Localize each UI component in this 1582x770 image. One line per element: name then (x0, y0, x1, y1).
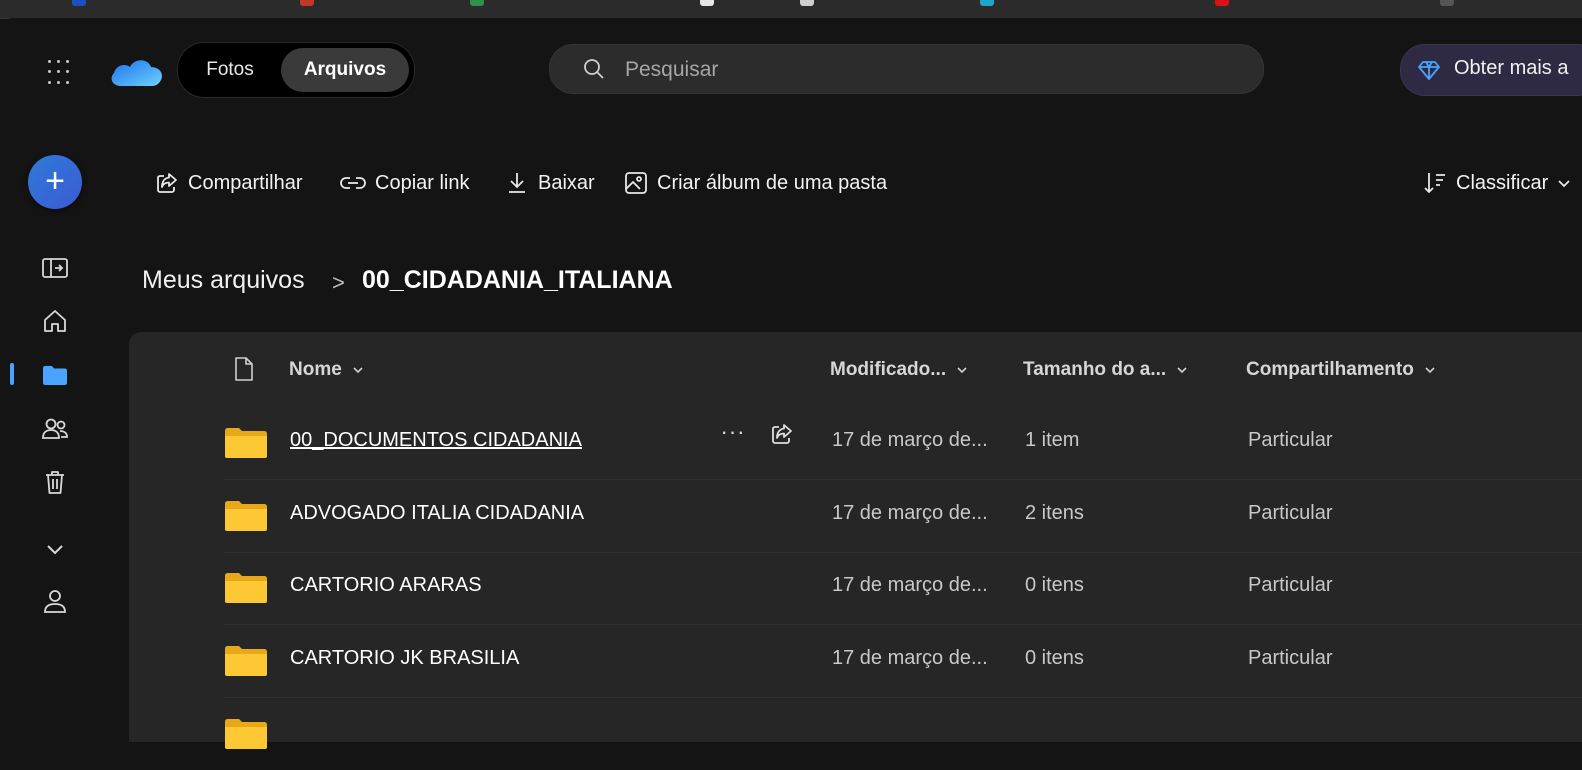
copy-link-button[interactable]: Copiar link (339, 168, 469, 198)
file-modified: 17 de março de... (832, 429, 988, 451)
column-modified-label: Modificado... (830, 359, 947, 380)
file-sharing: Particular (1248, 429, 1333, 451)
chevron-down-icon[interactable] (40, 534, 70, 564)
column-sharing[interactable]: Compartilhamento (1246, 359, 1436, 381)
file-modified: 17 de março de... (832, 574, 988, 596)
folder-icon[interactable] (40, 360, 70, 390)
folder-icon (225, 428, 267, 458)
table-row[interactable]: ADVOGADO ITALIA CIDADANIA 17 de março de… (224, 480, 1582, 553)
folder-icon (225, 646, 267, 676)
file-type-icon[interactable] (233, 356, 255, 382)
chevron-down-icon (1558, 180, 1570, 188)
active-nav-indicator (10, 363, 14, 385)
sort-icon (1424, 173, 1445, 194)
share-icon (157, 173, 177, 193)
sort-label: Classificar (1456, 171, 1549, 194)
file-size: 0 itens (1025, 647, 1084, 669)
search-icon (584, 59, 604, 79)
table-row[interactable]: CARTORIO ARARAS 17 de março de... 0 iten… (224, 552, 1582, 625)
get-more-storage-button[interactable]: Obter mais a (1400, 44, 1582, 96)
table-row[interactable] (224, 698, 1582, 770)
link-icon (340, 177, 366, 189)
chevron-down-icon (353, 367, 363, 374)
download-button[interactable]: Baixar (504, 168, 595, 198)
file-name[interactable]: 00_DOCUMENTOS CIDADANIA (290, 429, 582, 452)
download-label: Baixar (538, 171, 595, 194)
recycle-bin-icon[interactable] (40, 467, 70, 497)
column-name-label: Nome (289, 359, 342, 380)
sort-button[interactable]: Classificar (1422, 168, 1572, 198)
file-list: Nome Modificado... Tamanho do a... Compa… (129, 332, 1582, 749)
add-new-button[interactable]: + (28, 155, 82, 209)
view-switcher: Fotos Arquivos (177, 42, 415, 98)
breadcrumb-current: 00_CIDADANIA_ITALIANA (362, 266, 673, 294)
tab-photos[interactable]: Fotos (188, 48, 272, 92)
diamond-icon (1418, 61, 1440, 80)
get-more-storage-label: Obter mais a (1454, 57, 1569, 79)
onedrive-logo-icon[interactable] (107, 52, 167, 92)
breadcrumb-separator: > (332, 270, 345, 295)
chevron-down-icon (957, 367, 967, 374)
chevron-down-icon (1177, 367, 1187, 374)
share-icon[interactable] (769, 421, 795, 447)
onedrive-window: Fotos Arquivos Obter mais a + (4, 18, 1582, 749)
file-size: 0 itens (1025, 574, 1084, 596)
file-size: 1 item (1025, 429, 1080, 451)
plus-icon: + (45, 162, 65, 200)
file-size: 2 itens (1025, 502, 1084, 524)
file-sharing: Particular (1248, 574, 1333, 596)
file-name[interactable]: ADVOGADO ITALIA CIDADANIA (290, 502, 584, 525)
file-modified: 17 de março de... (832, 502, 988, 524)
column-size-label: Tamanho do a... (1023, 359, 1167, 380)
breadcrumb-root[interactable]: Meus arquivos (142, 266, 305, 295)
copy-link-label: Copiar link (375, 171, 470, 194)
app-launcher-icon[interactable] (44, 56, 74, 86)
image-icon (625, 172, 647, 194)
home-icon[interactable] (40, 306, 70, 336)
account-icon[interactable] (40, 586, 70, 616)
file-name[interactable]: CARTORIO ARARAS (290, 574, 482, 597)
file-name[interactable]: CARTORIO JK BRASILIA (290, 647, 519, 670)
file-sharing: Particular (1248, 502, 1333, 524)
collapse-pane-icon[interactable] (40, 253, 70, 283)
browser-tab-strip (0, 0, 1582, 19)
column-size[interactable]: Tamanho do a... (1023, 359, 1188, 381)
share-label: Compartilhar (188, 171, 303, 194)
share-button[interactable]: Compartilhar (154, 168, 302, 198)
more-options-icon[interactable]: ··· (718, 421, 748, 451)
folder-icon (225, 501, 267, 531)
folder-icon (225, 573, 267, 603)
file-sharing: Particular (1248, 647, 1333, 669)
column-modified[interactable]: Modificado... (830, 359, 968, 381)
search-input[interactable] (623, 53, 1227, 87)
shared-people-icon[interactable] (40, 414, 70, 444)
table-row[interactable]: CARTORIO JK BRASILIA 17 de março de... 0… (224, 625, 1582, 698)
search-box (549, 44, 1264, 94)
create-album-label: Criar álbum de uma pasta (657, 171, 888, 194)
download-icon (509, 173, 525, 193)
column-name[interactable]: Nome (289, 359, 364, 381)
folder-icon (225, 719, 267, 749)
create-album-button[interactable]: Criar álbum de uma pasta (623, 168, 887, 198)
file-modified: 17 de março de... (832, 647, 988, 669)
column-sharing-label: Compartilhamento (1246, 359, 1414, 380)
table-row[interactable]: 00_DOCUMENTOS CIDADANIA ··· 17 de março … (224, 407, 1582, 480)
chevron-down-icon (1425, 367, 1435, 374)
tab-files[interactable]: Arquivos (281, 48, 409, 92)
